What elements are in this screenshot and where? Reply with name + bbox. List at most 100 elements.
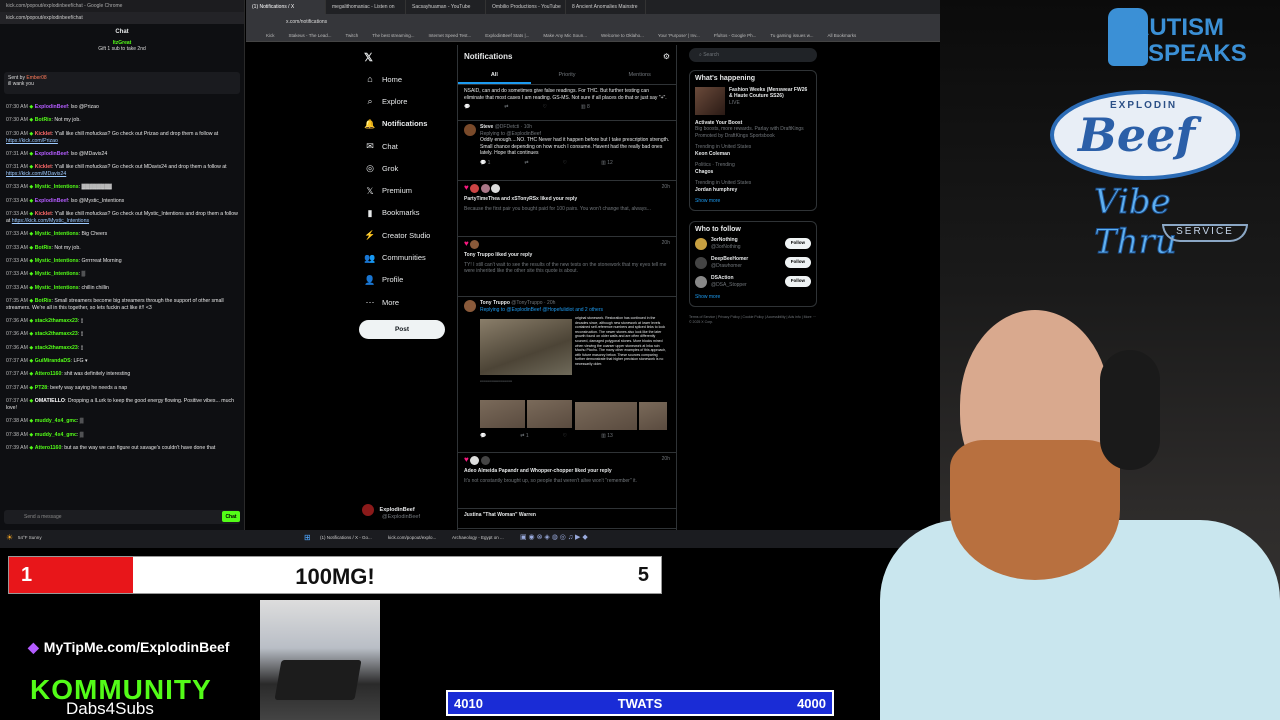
search-input[interactable]: ⌕ Search <box>689 48 817 62</box>
browser-tab[interactable]: (1) Notifications / X <box>246 0 326 14</box>
bookmark[interactable]: Make Any Mic Soun... <box>543 33 587 38</box>
post-image[interactable] <box>639 402 667 430</box>
show-more-link[interactable]: Show more <box>695 294 811 301</box>
taskbar-app[interactable]: Archaeology - Egypt on ... <box>452 535 504 540</box>
chat-input[interactable]: Send a message <box>4 510 240 524</box>
bookmark[interactable]: Tu gaming issues w... <box>770 33 813 38</box>
like-icon[interactable]: ♡ <box>563 433 567 440</box>
message-link[interactable]: https://kick.com/Mystic_Intentions <box>12 218 89 224</box>
post-author[interactable]: Steve <box>480 124 493 130</box>
follow-suggestion[interactable]: DeepBeeHomer @Drawhomer Follow <box>695 256 811 269</box>
notification-item[interactable]: NSAID, can and do sometimes give false r… <box>458 85 676 121</box>
follow-button[interactable]: Follow <box>784 257 811 268</box>
browser-tab[interactable]: Sacsayhuaman - YouTube <box>406 0 486 14</box>
message-username[interactable]: Attero1160 <box>35 371 62 377</box>
message-username[interactable]: ExplodinBeef <box>35 198 68 204</box>
message-username[interactable]: Kicklet <box>35 131 52 137</box>
message-username[interactable]: Kicklet <box>35 211 52 217</box>
message-username[interactable]: BotRix <box>35 245 52 251</box>
post-author[interactable]: Tony Truppo <box>480 300 510 306</box>
avatar[interactable] <box>464 300 476 312</box>
views-icon[interactable]: ▥ 12 <box>601 160 613 167</box>
browser-tab[interactable]: megalithomaniac - Listen on <box>326 0 406 14</box>
settings-icon[interactable]: ⚙ <box>663 52 670 61</box>
nav-item-creator-studio[interactable]: ⚡ Creator Studio <box>360 224 460 246</box>
message-username[interactable]: Mystic_Intentions <box>35 285 79 291</box>
nav-item-more[interactable]: ⋯ More <box>360 291 460 313</box>
views-icon[interactable]: ▥ 13 <box>601 433 613 440</box>
follow-button[interactable]: Follow <box>784 276 811 287</box>
chat-send-button[interactable]: Chat <box>222 511 240 522</box>
address-bar[interactable]: x.com/notifications <box>246 14 940 30</box>
bookmark[interactable]: Ffultos - Google Ph... <box>714 33 757 38</box>
post-images[interactable]: ▪▪▪▪▪▪▪▪▪▪▪▪▪▪▪▪▪▪▪▪▪▪▪▪▪▪▪▪▪▪ <box>480 319 572 430</box>
taskbar-tray-icons[interactable]: ▣ ◉ ⊗ ◈ ◍ ◎ ♫ ▶ ◆ <box>520 533 588 541</box>
nav-item-bookmarks[interactable]: ▮ Bookmarks <box>360 202 460 224</box>
repost-icon[interactable]: ⇄ 1 <box>520 433 528 440</box>
message-username[interactable]: BotRix <box>35 298 52 304</box>
taskbar-app[interactable]: kick.com/popout/explo... <box>388 535 436 540</box>
bookmark[interactable]: Kick <box>266 33 275 38</box>
notification-item[interactable]: ♥ 20h PartyTimeThea and xSTonyRSx liked … <box>458 181 676 237</box>
bookmark[interactable]: Stakeus - The Lead... <box>289 33 332 38</box>
footer-links[interactable]: Terms of Service | Privacy Policy | Cook… <box>689 315 817 325</box>
message-username[interactable]: muddy_4x4_gmc <box>35 418 77 424</box>
message-username[interactable]: stack2thamaxx23 <box>35 345 78 351</box>
message-username[interactable]: Mystic_Intentions <box>35 231 79 237</box>
views-icon[interactable]: ▥ 8 <box>581 104 590 111</box>
tab-all[interactable]: All <box>458 67 531 84</box>
notification-item[interactable]: ♥ 20h Tony Truppo liked your reply TY! I… <box>458 237 676 297</box>
message-link[interactable]: https://kick.com/Prizao <box>6 138 58 144</box>
bookmark[interactable]: Your 'Purpose' | Inv... <box>658 33 700 38</box>
like-icon[interactable]: ♡ <box>563 160 567 167</box>
taskbar-app[interactable]: (1) Notifications / X - Go... <box>320 535 372 540</box>
show-more-link[interactable]: Show more <box>695 198 811 205</box>
message-username[interactable]: stack2thamaxx23 <box>35 331 78 337</box>
nav-item-home[interactable]: ⌂ Home <box>360 68 460 90</box>
message-username[interactable]: Mystic_Intentions <box>35 271 79 277</box>
post-image[interactable] <box>527 400 572 429</box>
follow-suggestion[interactable]: 3orNothing @3orNothing Follow <box>695 237 811 250</box>
message-link[interactable]: https://kick.com/MDavis24 <box>6 171 66 177</box>
tab-mentions[interactable]: Mentions <box>603 67 676 84</box>
bookmark[interactable]: Welcome to Oklaho... <box>601 33 644 38</box>
message-username[interactable]: Mystic_Intentions <box>35 258 79 264</box>
message-username[interactable]: BotRix <box>35 117 52 123</box>
message-username[interactable]: Kicklet <box>35 164 52 170</box>
trend-item[interactable]: Trending in United States Keon Coleman <box>695 144 811 157</box>
repost-icon[interactable]: ⇄ <box>504 104 508 111</box>
browser-tab[interactable]: 8 Ancient Anomalies Mainstre <box>566 0 646 14</box>
bookmark[interactable]: Twitch <box>345 33 358 38</box>
nav-item-notifications[interactable]: 🔔 Notifications <box>360 113 460 135</box>
message-username[interactable]: Attero1160 <box>35 445 62 451</box>
notification-item[interactable]: Tony Truppo @TonyTruppo · 20h Replying t… <box>458 297 676 453</box>
post-image[interactable] <box>575 402 637 430</box>
nav-item-communities[interactable]: 👥 Communities <box>360 246 460 268</box>
follow-suggestion[interactable]: DSAction @DSA_Stopper Follow <box>695 275 811 288</box>
message-username[interactable]: PT28 <box>35 385 47 391</box>
post-image[interactable] <box>480 319 572 375</box>
nav-item-chat[interactable]: ✉ Chat <box>360 135 460 157</box>
nav-item-grok[interactable]: ◎ Grok <box>360 157 460 179</box>
notification-item[interactable]: Justina "That Woman" Warren <box>458 509 676 529</box>
message-username[interactable]: muddy_4x4_gmc <box>35 432 77 438</box>
trend-item[interactable]: Politics · Trending Chagos <box>695 162 811 175</box>
x-logo-icon[interactable]: 𝕏 <box>364 51 373 64</box>
trend-item[interactable]: Trending in United States Jordan humphre… <box>695 180 811 193</box>
post-author[interactable]: Justina "That Woman" Warren <box>464 512 670 519</box>
message-username[interactable]: ExplodinBeef <box>35 151 68 157</box>
bookmark[interactable]: All Bookmarks <box>827 33 856 38</box>
notification-item[interactable]: ♥ 20h Adeo Almeida Papandr and Whopper-c… <box>458 453 676 509</box>
bookmark[interactable]: The best streaming... <box>372 33 414 38</box>
notification-item[interactable]: Steve @DFDetcti · 10h Replying to @Explo… <box>458 121 676 181</box>
post-button[interactable]: Post <box>359 320 445 339</box>
nav-item-premium[interactable]: 𝕏 Premium <box>360 179 460 201</box>
nav-item-explore[interactable]: ⌕ Explore <box>360 90 460 112</box>
chat-window-url[interactable]: kick.com/popout/explodinbeef/chat <box>0 12 244 24</box>
reply-icon[interactable]: 💬 1 <box>480 160 490 167</box>
like-icon[interactable]: ♡ <box>542 104 546 111</box>
follow-button[interactable]: Follow <box>784 238 811 249</box>
reply-icon[interactable]: 💬 <box>464 104 470 111</box>
account-switcher[interactable]: ExplodinBeef @ExplodinBeef <box>362 504 452 522</box>
message-username[interactable]: ExplodinBeef <box>35 104 68 110</box>
